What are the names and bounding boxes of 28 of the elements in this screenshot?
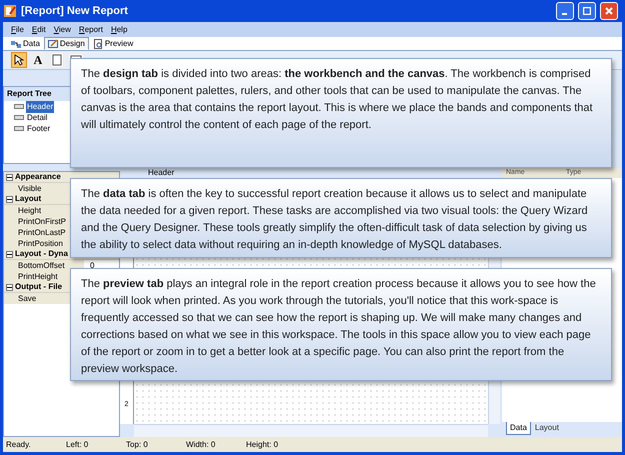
property-value: 0	[90, 261, 94, 270]
status-text: Height: 0	[245, 438, 280, 450]
tab[interactable]: Data	[506, 422, 531, 435]
status-text: Left: 0	[65, 438, 90, 450]
status-text: Top: 0	[125, 438, 149, 450]
callout-tooltip: The design tab is divided into two areas: the workbench and the canvas. The workbench is comprised of toolbars, component palettes, rulers, and other tools that can be used to manipulate the canvas. The canvas is the area that contains the report layout. This is where we place the bands and components that will ultimately control the content of each page of the report.	[70, 58, 612, 168]
status-text: Ready.	[5, 438, 32, 450]
tab[interactable]: Layout	[530, 422, 563, 435]
band-label: Header	[148, 168, 174, 177]
text-tool-button[interactable]: A	[30, 52, 46, 68]
tree-item[interactable]: Detail	[26, 112, 48, 124]
tree-item[interactable]: Footer	[26, 122, 52, 134]
tree-item[interactable]: Header	[26, 100, 54, 112]
menu-item[interactable]: View	[54, 24, 71, 36]
property-group-label: Layout - Dyna	[15, 248, 68, 260]
menu-item[interactable]: Edit	[32, 24, 46, 36]
tab[interactable]: Design	[44, 37, 89, 50]
callout-tooltip: The data tab is often the key to successful report creation because it allows us to select and manipulate the data needed for a given report. These tasks are accomplished via two visual tools: the Query Wizard and the Query Designer. These tools greatly simplify the often-difficult task of data selection by giving us the ability to select data without requiring an in-depth knowledge of MySQL databases.	[70, 178, 612, 258]
menu-item[interactable]: Help	[110, 24, 128, 36]
property-group-label: Layout	[15, 193, 42, 205]
property-name: BottomOffset	[4, 260, 84, 270]
menu-item[interactable]: File	[11, 24, 24, 36]
property-group-label: Output - File	[15, 281, 62, 293]
property-group-label: Appearance	[15, 171, 61, 183]
callout-tooltip: The preview tab plays an integral role in the report creation process because it allows you to see how the report will look when printed. As you work through the tutorials, you'll notice that this work-space is frequently accessed so that we can see how the report is shaping up. We will make many changes and corrections based on what we see in this workspace. The tools in this space allow you to view each page of the report or zoom in to get a better look at a specific page. You can also print the report from the preview workspace.	[70, 268, 612, 381]
window-title: [Report] New Report	[21, 4, 129, 19]
status-text: Width: 0	[185, 438, 216, 450]
menu-item[interactable]: Report	[78, 24, 103, 36]
